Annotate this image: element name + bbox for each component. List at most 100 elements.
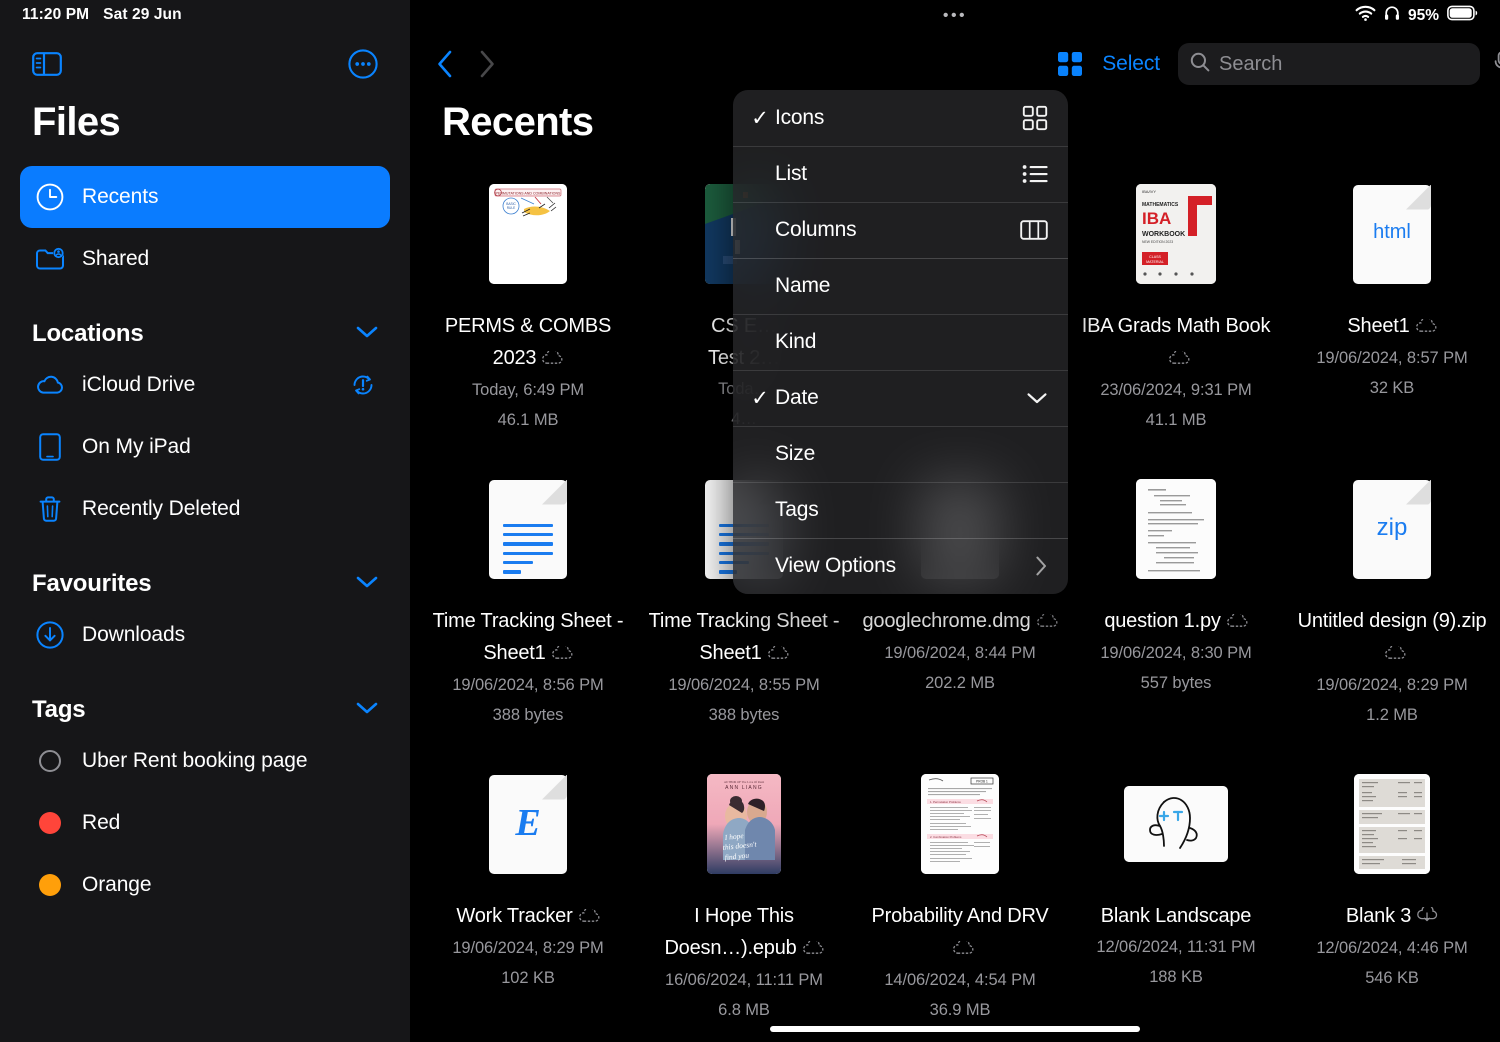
section-title: Locations bbox=[32, 320, 144, 347]
cloud-outline-icon bbox=[1168, 343, 1190, 375]
grid-view-icon[interactable] bbox=[1056, 50, 1084, 78]
file-item[interactable]: PERMUTATIONS AND COMBINATIONS BASIC RULE P… bbox=[420, 170, 636, 465]
file-name: Time Tracking Sheet - Sheet1 bbox=[428, 605, 628, 670]
file-date: 12/06/2024, 4:46 PM bbox=[1316, 939, 1468, 957]
chevron-down-icon[interactable] bbox=[356, 701, 378, 720]
checkmark-icon: ✓ bbox=[751, 106, 769, 130]
svg-text:AUTHOR OF The Love Of Rush: AUTHOR OF The Love Of Rush bbox=[724, 780, 765, 784]
file-name: Sheet1 bbox=[1292, 310, 1492, 343]
file-date: 23/06/2024, 9:31 PM bbox=[1100, 381, 1252, 399]
menu-item-list[interactable]: List bbox=[733, 146, 1068, 202]
file-size: 36.9 MB bbox=[929, 1001, 991, 1019]
sidebar-section-locations[interactable]: Locations bbox=[32, 290, 378, 354]
ipad-icon bbox=[34, 433, 66, 461]
menu-item-kind[interactable]: Kind bbox=[733, 314, 1068, 370]
file-item[interactable]: IBA/IVY MATHEMATICS IBA WORKBOOK NEW EDITION… bbox=[1068, 170, 1284, 465]
svg-text:CLASS: CLASS bbox=[1149, 255, 1161, 259]
chevron-down-icon[interactable] bbox=[356, 575, 378, 594]
file-item[interactable]: PROB 1 1. Permutation Problems 2. Combinat… bbox=[852, 760, 1068, 1042]
tag-dot-none-icon bbox=[34, 750, 66, 772]
search-field-container[interactable] bbox=[1178, 43, 1500, 85]
file-size: 41.1 MB bbox=[1145, 411, 1207, 429]
menu-item-label: Tags bbox=[775, 498, 819, 521]
sidebar-item-recents[interactable]: Recents bbox=[20, 166, 390, 228]
sidebar-item-downloads[interactable]: Downloads bbox=[20, 604, 390, 666]
sidebar-item-icloud-drive[interactable]: iCloud Drive bbox=[20, 354, 390, 416]
clock-icon bbox=[34, 183, 66, 211]
menu-item-size[interactable]: Size bbox=[733, 426, 1068, 482]
file-thumbnail: AUTHOR OF The Love Of Rush ANN LIANG I hop… bbox=[707, 764, 781, 884]
sync-error-icon[interactable] bbox=[350, 372, 376, 398]
headphones-icon bbox=[1384, 5, 1400, 26]
sidebar-section-favourites[interactable]: Favourites bbox=[32, 540, 378, 604]
trash-icon bbox=[34, 495, 66, 523]
file-item[interactable]: Blank 3 12/06/2024, 4:46 PM 546 KB bbox=[1284, 760, 1500, 1042]
sidebar-toggle-icon[interactable] bbox=[32, 52, 62, 76]
sidebar-item-label: Orange bbox=[82, 873, 152, 896]
search-input[interactable] bbox=[1219, 52, 1484, 76]
file-size: 6.8 MB bbox=[718, 1001, 770, 1019]
file-item[interactable]: zip Untitled design (9).zip 19/06/2024, … bbox=[1284, 465, 1500, 760]
sidebar-item-label: Recently Deleted bbox=[82, 497, 241, 520]
sidebar-item-tag-uber-rent[interactable]: Uber Rent booking page bbox=[20, 730, 390, 792]
ellipsis-circle-icon[interactable] bbox=[348, 49, 378, 79]
cloud-icon bbox=[34, 374, 66, 396]
home-indicator[interactable] bbox=[770, 1026, 1140, 1032]
toolbar-right-group: Select bbox=[1056, 43, 1500, 85]
sidebar-item-on-my-ipad[interactable]: On My iPad bbox=[20, 416, 390, 478]
menu-item-columns[interactable]: Columns bbox=[733, 202, 1068, 258]
file-item[interactable]: Blank Landscape 12/06/2024, 11:31 PM 188… bbox=[1068, 760, 1284, 1042]
sidebar-item-label: Downloads bbox=[82, 623, 185, 646]
sidebar-item-shared[interactable]: Shared bbox=[20, 228, 390, 290]
grid-icon bbox=[1022, 105, 1048, 131]
sidebar-title: Files bbox=[32, 100, 121, 144]
file-item[interactable]: Time Tracking Sheet - Sheet1 19/06/2024,… bbox=[420, 465, 636, 760]
sidebar-item-tag-red[interactable]: Red bbox=[20, 792, 390, 854]
chevron-right-icon bbox=[1034, 555, 1048, 577]
microphone-icon[interactable] bbox=[1493, 51, 1500, 78]
menu-item-icons[interactable]: ✓ Icons bbox=[733, 90, 1068, 146]
menu-item-label: List bbox=[775, 162, 807, 185]
menu-item-label: Date bbox=[775, 386, 819, 409]
back-button[interactable] bbox=[424, 41, 466, 87]
file-date: 14/06/2024, 4:54 PM bbox=[884, 971, 1036, 989]
file-item[interactable]: html Sheet1 19/06/2024, 8:57 PM 32 KB bbox=[1284, 170, 1500, 465]
cloud-outline-icon bbox=[1415, 311, 1437, 343]
section-title: Tags bbox=[32, 696, 86, 723]
chevron-down-icon[interactable] bbox=[356, 325, 378, 344]
sidebar-item-recently-deleted[interactable]: Recently Deleted bbox=[20, 478, 390, 540]
menu-item-tags[interactable]: Tags bbox=[733, 482, 1068, 538]
menu-item-date[interactable]: ✓ Date bbox=[733, 370, 1068, 426]
file-date: 19/06/2024, 8:57 PM bbox=[1316, 349, 1468, 367]
svg-text:1. Permutation Problems: 1. Permutation Problems bbox=[930, 800, 961, 804]
menu-item-view-options[interactable]: View Options bbox=[733, 538, 1068, 594]
select-button[interactable]: Select bbox=[1102, 52, 1160, 76]
sidebar-toolbar bbox=[0, 44, 410, 84]
checkmark-icon: ✓ bbox=[751, 386, 769, 410]
sidebar-item-label: iCloud Drive bbox=[82, 373, 196, 396]
file-date: 19/06/2024, 8:30 PM bbox=[1100, 644, 1252, 662]
multitasking-dots[interactable]: ••• bbox=[943, 8, 967, 24]
file-item[interactable]: E Work Tracker 19/06/2024, 8:29 PM 102 K… bbox=[420, 760, 636, 1042]
file-size: 388 bytes bbox=[708, 706, 780, 724]
battery-percent: 95% bbox=[1407, 6, 1439, 24]
menu-item-label: Icons bbox=[775, 106, 825, 129]
forward-button[interactable] bbox=[466, 41, 508, 87]
file-name: IBA Grads Math Book bbox=[1076, 310, 1276, 375]
sidebar-item-tag-orange[interactable]: Orange bbox=[20, 854, 390, 916]
file-date: 16/06/2024, 11:11 PM bbox=[665, 971, 823, 989]
svg-text:PROB 1: PROB 1 bbox=[976, 780, 988, 784]
menu-item-name[interactable]: Name bbox=[733, 258, 1068, 314]
file-item[interactable]: AUTHOR OF The Love Of Rush ANN LIANG I hop… bbox=[636, 760, 852, 1042]
svg-text:MATHEMATICS: MATHEMATICS bbox=[1142, 202, 1179, 208]
status-date: Sat 29 Jun bbox=[103, 6, 182, 23]
file-date: 19/06/2024, 8:29 PM bbox=[452, 939, 604, 957]
menu-item-label: Columns bbox=[775, 218, 857, 241]
menu-item-label: Name bbox=[775, 274, 831, 297]
file-item[interactable]: question 1.py 19/06/2024, 8:30 PM 557 by… bbox=[1068, 465, 1284, 760]
cloud-outline-icon bbox=[1384, 638, 1406, 670]
file-thumbnail bbox=[1354, 764, 1430, 884]
file-thumbnail bbox=[1136, 469, 1216, 589]
download-circle-icon bbox=[34, 621, 66, 649]
sidebar-section-tags[interactable]: Tags bbox=[32, 666, 378, 730]
